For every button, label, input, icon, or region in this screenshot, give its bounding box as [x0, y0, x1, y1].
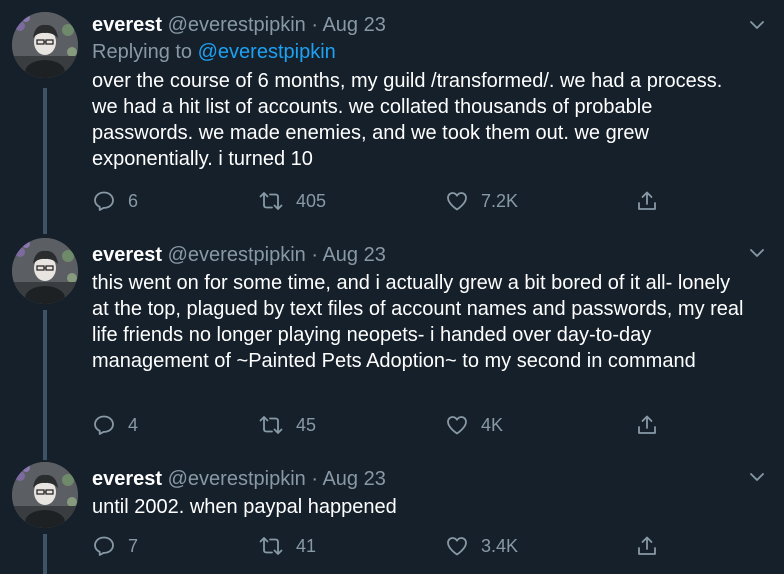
heart-icon — [447, 192, 467, 211]
reply-icon — [94, 191, 114, 211]
reply-count: 7 — [128, 535, 139, 556]
tweet-date[interactable]: Aug 23 — [322, 14, 385, 36]
tweet-content: everest @everestpipkin · Aug 23 this wen… — [92, 242, 760, 374]
replying-to: Replying to @everestpipkin — [92, 38, 760, 66]
tweet-actions: 7 41 3.4K — [92, 533, 672, 559]
share-icon — [638, 536, 656, 555]
retweet-count: 41 — [296, 535, 317, 556]
heart-icon — [447, 537, 467, 556]
like-button[interactable]: 7.2K — [445, 188, 518, 214]
like-count: 3.4K — [481, 535, 519, 556]
tweet[interactable]: everest @everestpipkin · Aug 23 until 20… — [0, 460, 784, 574]
tweet-header: everest @everestpipkin · Aug 23 — [92, 12, 760, 38]
share-icon — [638, 191, 656, 210]
replying-to-label: Replying to — [92, 41, 198, 63]
display-name[interactable]: everest — [92, 468, 162, 490]
reply-icon — [94, 415, 114, 435]
thread-connector — [43, 310, 47, 460]
tweet-content: everest @everestpipkin · Aug 23 until 20… — [92, 466, 760, 520]
user-handle[interactable]: @everestpipkin — [168, 14, 306, 36]
chevron-down-icon[interactable] — [748, 468, 766, 486]
share-button[interactable] — [635, 533, 659, 559]
tweet-actions: 6 405 7.2K — [92, 188, 672, 214]
reply-button[interactable]: 4 — [92, 412, 138, 438]
retweet-icon — [259, 192, 283, 210]
tweet[interactable]: everest @everestpipkin · Aug 23 Replying… — [0, 0, 784, 234]
like-button[interactable]: 3.4K — [445, 533, 518, 559]
retweet-button[interactable]: 45 — [258, 412, 316, 438]
tweet-text: this went on for some time, and i actual… — [92, 272, 744, 372]
avatar[interactable] — [12, 238, 78, 304]
avatar[interactable] — [12, 462, 78, 528]
thread-connector — [43, 534, 47, 574]
chevron-down-icon[interactable] — [748, 244, 766, 262]
tweet-header: everest @everestpipkin · Aug 23 — [92, 242, 760, 268]
tweet-date[interactable]: Aug 23 — [322, 244, 385, 266]
like-count: 7.2K — [481, 190, 519, 211]
user-handle[interactable]: @everestpipkin — [168, 244, 306, 266]
retweet-icon — [259, 416, 283, 434]
tweet-thread: everest @everestpipkin · Aug 23 Replying… — [0, 0, 784, 574]
chevron-down-icon[interactable] — [748, 16, 766, 34]
thread-connector — [43, 88, 47, 234]
reply-icon — [94, 536, 114, 556]
retweet-count: 405 — [296, 190, 327, 211]
reply-button[interactable]: 6 — [92, 188, 138, 214]
tweet-header: everest @everestpipkin · Aug 23 — [92, 466, 760, 492]
like-button[interactable]: 4K — [445, 412, 503, 438]
share-button[interactable] — [635, 188, 659, 214]
tweet-date[interactable]: Aug 23 — [322, 468, 385, 490]
tweet[interactable]: everest @everestpipkin · Aug 23 this wen… — [0, 234, 784, 460]
display-name[interactable]: everest — [92, 244, 162, 266]
tweet-text: over the course of 6 months, my guild /t… — [92, 70, 723, 170]
tweet-text: until 2002. when paypal happened — [92, 496, 397, 518]
retweet-button[interactable]: 405 — [258, 188, 326, 214]
heart-icon — [447, 416, 467, 435]
tweet-actions: 4 45 4K — [92, 412, 672, 438]
mention-link[interactable]: @everestpipkin — [198, 41, 336, 63]
display-name[interactable]: everest — [92, 14, 162, 36]
tweet-content: everest @everestpipkin · Aug 23 Replying… — [92, 12, 760, 172]
avatar[interactable] — [12, 12, 78, 78]
like-count: 4K — [481, 414, 504, 435]
separator-dot: · — [311, 468, 319, 490]
retweet-button[interactable]: 41 — [258, 533, 316, 559]
user-handle[interactable]: @everestpipkin — [168, 468, 306, 490]
share-icon — [638, 415, 656, 434]
share-button[interactable] — [635, 412, 659, 438]
separator-dot: · — [311, 244, 319, 266]
reply-button[interactable]: 7 — [92, 533, 138, 559]
reply-count: 4 — [128, 414, 139, 435]
retweet-count: 45 — [296, 414, 317, 435]
reply-count: 6 — [128, 190, 139, 211]
retweet-icon — [259, 537, 283, 555]
separator-dot: · — [311, 14, 319, 36]
